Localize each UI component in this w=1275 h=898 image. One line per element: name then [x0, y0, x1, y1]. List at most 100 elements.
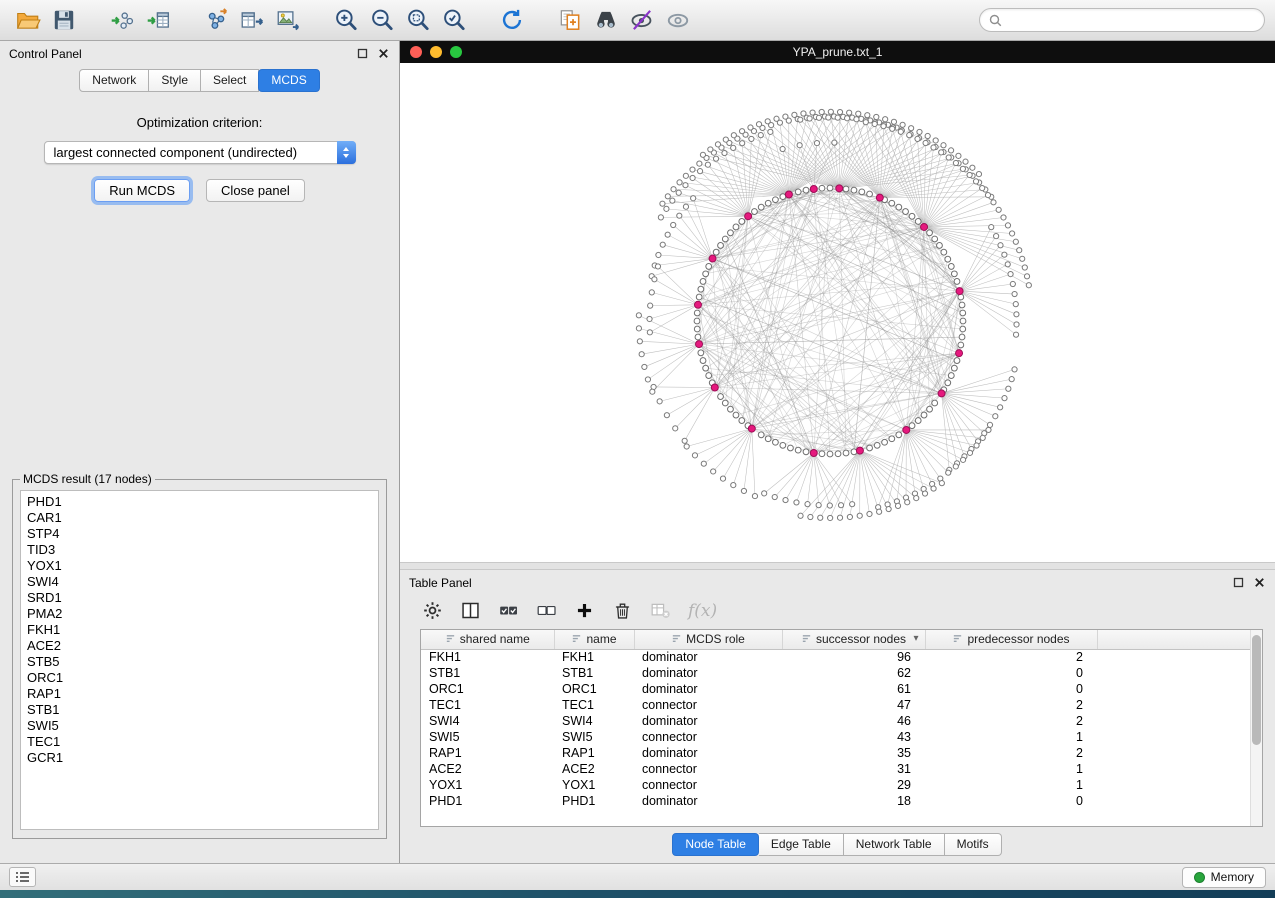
close-mcds-panel-button[interactable]: Close panel — [206, 179, 305, 202]
memory-button[interactable]: Memory — [1182, 867, 1266, 888]
table-row[interactable]: TEC1TEC1connector472 — [421, 697, 1262, 713]
export-image-button[interactable] — [270, 4, 306, 36]
main-area: Control Panel NetworkStyleSelectMCDS Opt… — [0, 41, 1275, 863]
mcds-result-item[interactable]: ACE2 — [27, 638, 372, 654]
column-header-shared-name[interactable]: shared name — [421, 630, 554, 649]
mcds-result-item[interactable]: SWI4 — [27, 574, 372, 590]
column-header-name[interactable]: name — [554, 630, 634, 649]
network-nodes[interactable] — [636, 109, 1031, 520]
delete-table-button[interactable] — [650, 600, 671, 621]
optimization-criterion-label: Optimization criterion: — [0, 115, 399, 130]
table-row[interactable]: SWI4SWI4dominator462 — [421, 713, 1262, 729]
mcds-result-item[interactable]: FKH1 — [27, 622, 372, 638]
criterion-select[interactable]: largest connected component (undirected) — [44, 141, 356, 164]
mcds-result-item[interactable]: YOX1 — [27, 558, 372, 574]
close-control-panel-button[interactable] — [378, 48, 390, 60]
cell-MCDS-role: dominator — [634, 681, 782, 697]
mcds-result-item[interactable]: PHD1 — [27, 494, 372, 510]
network-canvas[interactable] — [400, 63, 1275, 562]
save-session-button[interactable] — [46, 4, 82, 36]
mcds-result-list[interactable]: PHD1CAR1STP4TID3YOX1SWI4SRD1PMA2FKH1ACE2… — [20, 490, 379, 830]
function-builder-button[interactable]: f(x) — [688, 601, 717, 621]
close-window-icon[interactable] — [410, 46, 422, 58]
tab-select[interactable]: Select — [201, 69, 259, 92]
mcds-result-item[interactable]: SRD1 — [27, 590, 372, 606]
table-row[interactable]: SWI5SWI5connector431 — [421, 729, 1262, 745]
table-scrollbar[interactable] — [1250, 630, 1262, 826]
mcds-result-item[interactable]: STP4 — [27, 526, 372, 542]
import-table-button[interactable] — [140, 4, 176, 36]
tab-mcds[interactable]: MCDS — [258, 69, 319, 92]
zoom-selected-button[interactable] — [436, 4, 472, 36]
cell-shared-name: ORC1 — [421, 681, 554, 697]
tab-style[interactable]: Style — [149, 69, 201, 92]
export-table-button[interactable] — [234, 4, 270, 36]
float-control-panel-button[interactable] — [357, 48, 369, 60]
mcds-result-item[interactable]: SWI5 — [27, 718, 372, 734]
search-box[interactable] — [979, 8, 1265, 32]
deselect-all-button[interactable] — [536, 600, 557, 621]
column-header-successor-nodes[interactable]: successor nodes▾ — [782, 630, 925, 649]
mcds-result-item[interactable]: STB5 — [27, 654, 372, 670]
mcds-result-item[interactable]: ORC1 — [27, 670, 372, 686]
refresh-layout-button[interactable] — [494, 4, 530, 36]
close-table-panel-button[interactable] — [1254, 577, 1266, 589]
run-mcds-button[interactable]: Run MCDS — [94, 179, 190, 202]
import-network-button[interactable] — [104, 4, 140, 36]
zoom-in-button[interactable] — [328, 4, 364, 36]
criterion-selected-value: largest connected component (undirected) — [54, 145, 298, 160]
tab-motifs[interactable]: Motifs — [945, 833, 1002, 856]
horizontal-splitter[interactable] — [400, 562, 1275, 570]
tab-network-table[interactable]: Network Table — [844, 833, 945, 856]
zoom-fit-button[interactable] — [400, 4, 436, 36]
scrollbar-thumb[interactable] — [1252, 635, 1261, 745]
mcds-result-item[interactable]: PMA2 — [27, 606, 372, 622]
find-button[interactable] — [588, 4, 624, 36]
table-row[interactable]: RAP1RAP1dominator352 — [421, 745, 1262, 761]
table-row[interactable]: FKH1FKH1dominator962 — [421, 649, 1262, 665]
zoom-out-button[interactable] — [364, 4, 400, 36]
zoom-window-icon[interactable] — [450, 46, 462, 58]
mcds-result-item[interactable]: RAP1 — [27, 686, 372, 702]
add-row-button[interactable] — [574, 600, 595, 621]
cell-MCDS-role: dominator — [634, 665, 782, 681]
column-header-MCDS-role[interactable]: MCDS role — [634, 630, 782, 649]
node-table-grid: shared namenameMCDS rolesuccessor nodes▾… — [421, 630, 1262, 809]
export-table-icon — [239, 7, 265, 33]
table-row[interactable]: PHD1PHD1dominator180 — [421, 793, 1262, 809]
delete-row-button[interactable] — [612, 600, 633, 621]
table-row[interactable]: YOX1YOX1connector291 — [421, 777, 1262, 793]
new-network-button[interactable] — [198, 4, 234, 36]
tab-node-table[interactable]: Node Table — [672, 833, 759, 856]
hide-selection-button[interactable] — [624, 4, 660, 36]
show-all-button[interactable] — [660, 4, 696, 36]
column-header-predecessor-nodes[interactable]: predecessor nodes — [925, 630, 1097, 649]
float-table-panel-button[interactable] — [1233, 577, 1245, 589]
minimize-window-icon[interactable] — [430, 46, 442, 58]
select-all-button[interactable] — [498, 600, 519, 621]
open-file-button[interactable] — [10, 4, 46, 36]
table-row[interactable]: ORC1ORC1dominator610 — [421, 681, 1262, 697]
mcds-result-item[interactable]: TEC1 — [27, 734, 372, 750]
cell-successor-nodes: 31 — [782, 761, 925, 777]
table-row[interactable]: STB1STB1dominator620 — [421, 665, 1262, 681]
toolbar-group — [328, 4, 472, 36]
tab-network[interactable]: Network — [79, 69, 149, 92]
delete-row-icon — [612, 600, 633, 621]
network-graph[interactable] — [400, 63, 1268, 557]
clone-network-button[interactable] — [552, 4, 588, 36]
show-columns-button[interactable] — [460, 600, 481, 621]
mcds-result-item[interactable]: TID3 — [27, 542, 372, 558]
mcds-result-item[interactable]: GCR1 — [27, 750, 372, 766]
mcds-result-item[interactable]: CAR1 — [27, 510, 372, 526]
settings-button[interactable] — [422, 600, 443, 621]
cell-MCDS-role: dominator — [634, 793, 782, 809]
cell-shared-name: STB1 — [421, 665, 554, 681]
search-input[interactable] — [1007, 12, 1255, 28]
mcds-result-item[interactable]: STB1 — [27, 702, 372, 718]
network-window-titlebar[interactable]: YPA_prune.txt_1 — [400, 41, 1275, 63]
tab-edge-table[interactable]: Edge Table — [759, 833, 844, 856]
panel-menu-button[interactable] — [9, 867, 36, 887]
table-row[interactable]: ACE2ACE2connector311 — [421, 761, 1262, 777]
cell-name: RAP1 — [554, 745, 634, 761]
